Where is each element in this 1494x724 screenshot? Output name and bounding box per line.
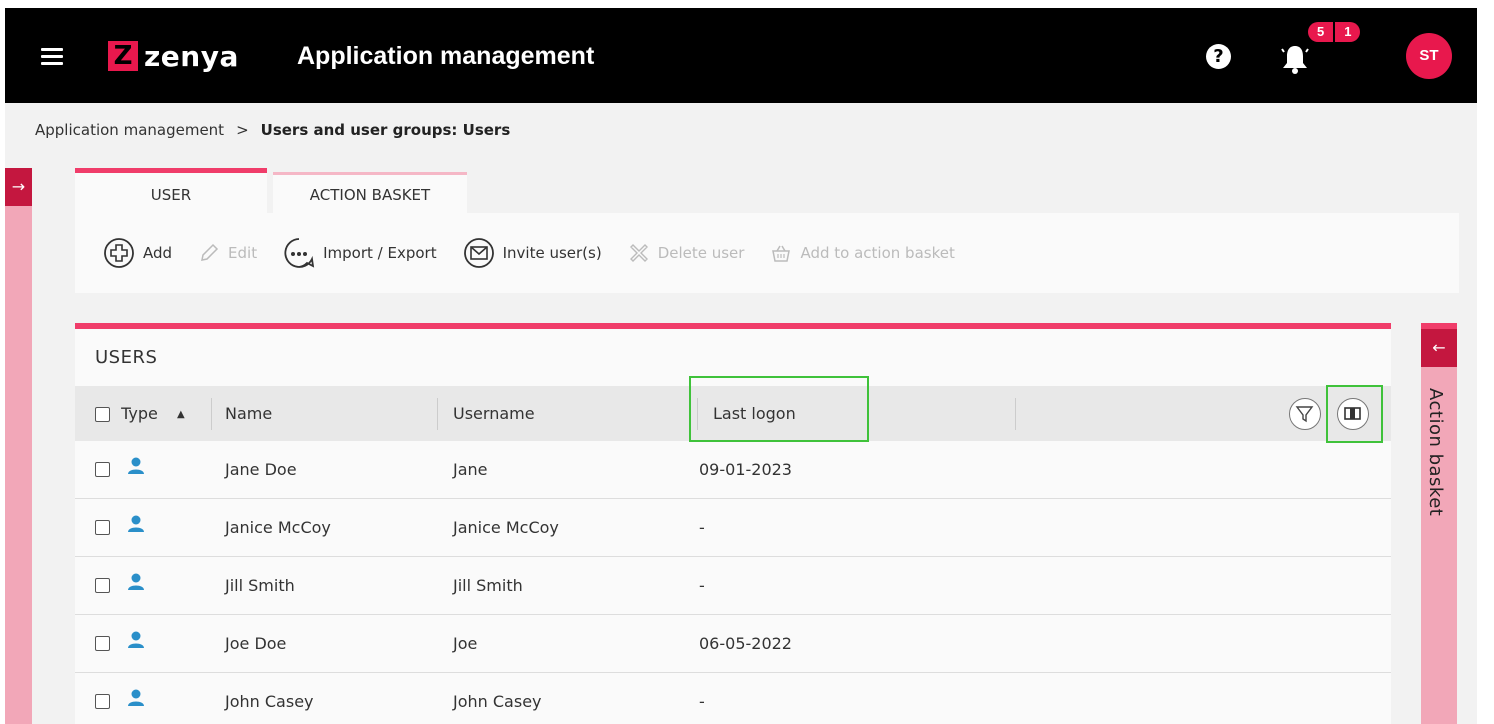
type-column-label: Type: [121, 404, 158, 423]
type-column-header[interactable]: Type ▲: [95, 386, 185, 441]
user-avatar[interactable]: ST: [1406, 33, 1452, 79]
invite-users-button[interactable]: Invite user(s): [463, 237, 602, 269]
hamburger-menu-icon[interactable]: [41, 48, 63, 66]
edit-label: Edit: [228, 244, 258, 262]
envelope-icon: [463, 238, 494, 268]
username-cell: Jane: [453, 460, 488, 479]
tab-action-basket[interactable]: ACTION BASKET: [273, 172, 467, 215]
user-icon: [128, 631, 144, 648]
last-logon-cell: -: [699, 576, 705, 595]
add-to-action-basket-label: Add to action basket: [800, 244, 955, 262]
logo-text: zenya: [144, 39, 239, 73]
user-icon: [128, 515, 144, 532]
table-row[interactable]: John Casey John Casey -: [75, 673, 1391, 724]
invite-users-label: Invite user(s): [502, 244, 602, 262]
filter-icon: [1295, 406, 1314, 423]
import-export-label: Import / Export: [323, 244, 437, 262]
pencil-icon: [201, 243, 219, 261]
delete-user-label: Delete user: [657, 244, 745, 262]
user-icon: [128, 573, 144, 590]
name-cell: Jane Doe: [225, 460, 297, 479]
add-to-action-basket-button[interactable]: Add to action basket: [770, 242, 955, 264]
edit-button[interactable]: Edit: [198, 242, 257, 264]
help-icon[interactable]: ?: [1206, 44, 1231, 69]
table-row[interactable]: Joe Doe Joe 06-05-2022: [75, 615, 1391, 673]
username-cell: John Casey: [453, 692, 542, 711]
breadcrumb: Application management > Users and user gr…: [35, 121, 510, 139]
users-panel: USERS Type ▲ Name Username Last logon Ja…: [75, 323, 1391, 724]
user-icon: [128, 457, 144, 474]
add-circle-icon: [104, 238, 134, 268]
zenya-logo[interactable]: Z zenya: [108, 38, 239, 74]
basket-icon: [772, 245, 791, 262]
name-column-header[interactable]: Name: [225, 386, 272, 441]
column-divider[interactable]: [211, 398, 212, 430]
column-divider[interactable]: [437, 398, 438, 430]
add-label: Add: [143, 244, 173, 262]
table-row[interactable]: Janice McCoy Janice McCoy -: [75, 499, 1391, 557]
name-cell: Joe Doe: [225, 634, 287, 653]
delete-cross-icon: [629, 244, 648, 262]
username-cell: Janice McCoy: [453, 518, 559, 537]
username-column-header[interactable]: Username: [453, 386, 535, 441]
username-cell: Jill Smith: [453, 576, 523, 595]
notification-bell-icon[interactable]: [1281, 44, 1309, 74]
app-title: Application management: [297, 42, 595, 70]
app-window: Z zenya Application management ? 5 1 ST …: [5, 8, 1477, 724]
logo-mark: Z: [108, 41, 138, 71]
expand-action-basket-arrow-icon[interactable]: ←: [1421, 329, 1457, 367]
row-checkbox[interactable]: [95, 694, 110, 709]
left-side-panel: [5, 168, 32, 724]
username-cell: Joe: [453, 634, 478, 653]
notification-badges[interactable]: 5 1: [1308, 22, 1361, 42]
table-row[interactable]: Jane Doe Jane 09-01-2023: [75, 441, 1391, 499]
last-logon-cell: 06-05-2022: [699, 634, 792, 653]
add-button[interactable]: Add: [103, 237, 172, 269]
last-logon-cell: -: [699, 692, 705, 711]
users-panel-title: USERS: [95, 347, 158, 368]
action-basket-label[interactable]: Action basket: [1425, 388, 1446, 516]
row-checkbox[interactable]: [95, 636, 110, 651]
name-cell: Jill Smith: [225, 576, 295, 595]
breadcrumb-current: Users and user groups: Users: [260, 121, 511, 139]
last-logon-cell: 09-01-2023: [699, 460, 792, 479]
notification-badge-a: 5: [1308, 22, 1334, 42]
top-bar: Z zenya Application management ? 5 1 ST: [5, 8, 1477, 103]
users-grid-header: Type ▲ Name Username Last logon: [75, 376, 1391, 443]
name-cell: Janice McCoy: [225, 518, 331, 537]
column-divider[interactable]: [1015, 398, 1016, 430]
tab-user[interactable]: USER: [75, 168, 267, 217]
row-checkbox[interactable]: [95, 578, 110, 593]
expand-left-panel-arrow-icon[interactable]: →: [5, 168, 32, 206]
breadcrumb-root[interactable]: Application management: [35, 121, 224, 139]
notification-badge-b: 1: [1333, 22, 1361, 42]
sort-ascending-icon[interactable]: ▲: [177, 409, 185, 420]
last-logon-cell: -: [699, 518, 705, 537]
last-logon-highlight: [689, 376, 869, 442]
more-options-icon: [284, 238, 315, 268]
action-basket-panel: [1421, 323, 1457, 724]
select-all-checkbox[interactable]: [95, 407, 110, 422]
user-icon: [128, 689, 144, 706]
column-chooser-highlight: [1326, 385, 1383, 443]
row-checkbox[interactable]: [95, 520, 110, 535]
delete-user-button[interactable]: Delete user: [628, 242, 745, 264]
table-row[interactable]: Jill Smith Jill Smith -: [75, 557, 1391, 615]
import-export-button[interactable]: Import / Export: [283, 237, 437, 269]
breadcrumb-separator: >: [236, 121, 249, 139]
row-checkbox[interactable]: [95, 462, 110, 477]
name-cell: John Casey: [225, 692, 314, 711]
filter-button[interactable]: [1289, 398, 1321, 430]
toolbar: Add Edit Import / Export Invite user(s): [75, 213, 1459, 293]
